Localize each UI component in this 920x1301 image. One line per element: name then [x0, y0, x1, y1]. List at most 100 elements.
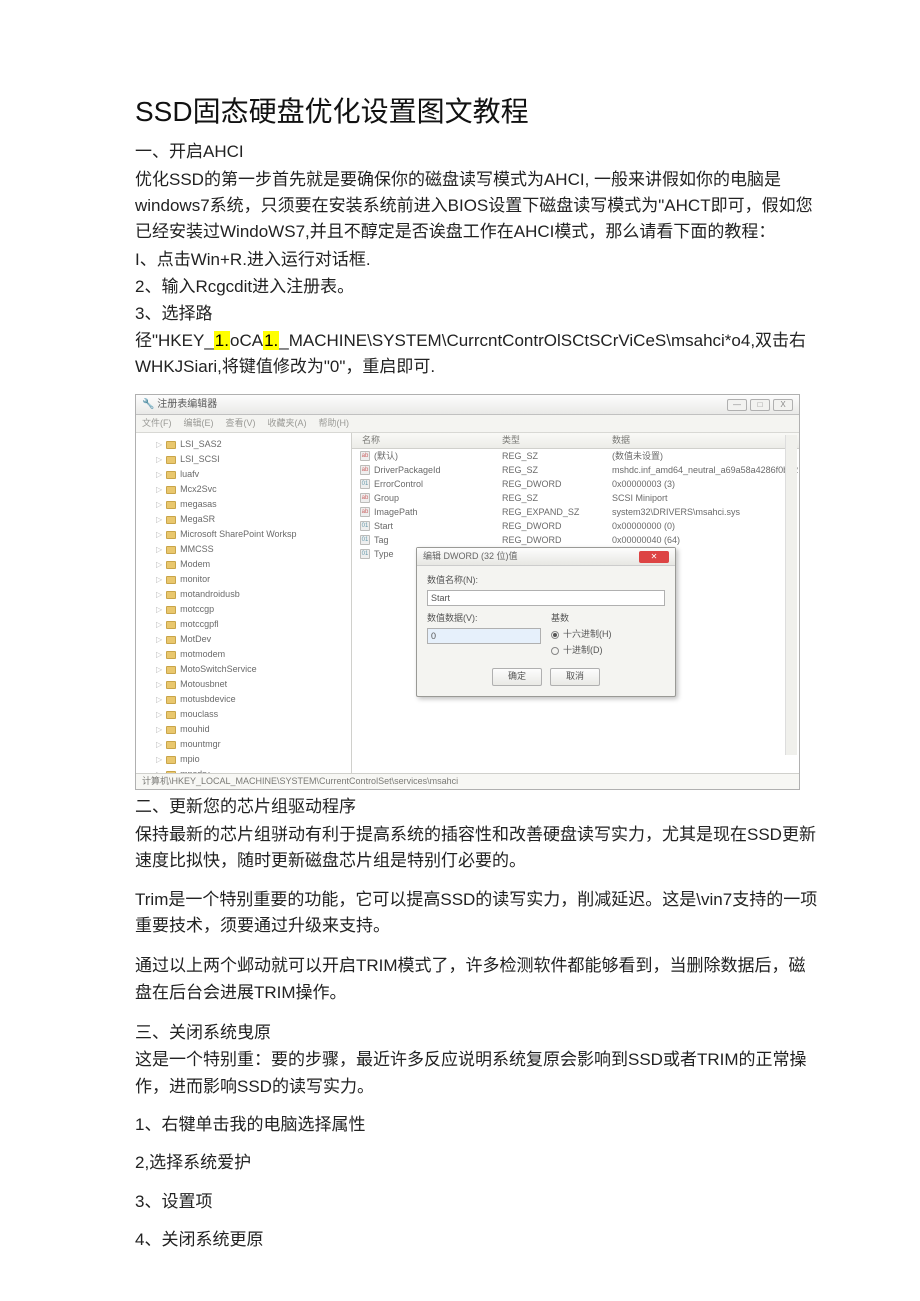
tree-item[interactable]: ▷mouclass	[136, 707, 351, 722]
tree-item[interactable]: ▷mpsdrv	[136, 767, 351, 773]
tree-item[interactable]: ▷mpio	[136, 752, 351, 767]
dialog-data-input[interactable]	[427, 628, 541, 644]
value-type: REG_DWORD	[502, 534, 612, 548]
tree-item[interactable]: ▷mountmgr	[136, 737, 351, 752]
section1-heading: 一、开启AHCI	[135, 139, 820, 165]
tree-item-label: mouclass	[180, 708, 218, 722]
col-type[interactable]: 类型	[502, 434, 612, 448]
section1-step1: I、点击Win+R.进入运行对话框.	[135, 247, 820, 273]
tree-item-label: megasas	[180, 498, 217, 512]
menu-help[interactable]: 帮助(H)	[319, 417, 350, 431]
section3-step4: 4、关闭系统更原	[135, 1227, 820, 1253]
tree-item[interactable]: ▷Modem	[136, 557, 351, 572]
maximize-button[interactable]: □	[750, 399, 770, 411]
vertical-scrollbar[interactable]	[785, 435, 797, 755]
folder-icon	[166, 531, 176, 539]
radio-dec[interactable]	[551, 647, 559, 655]
close-button[interactable]: X	[773, 399, 793, 411]
tree-item[interactable]: ▷MotoSwitchService	[136, 662, 351, 677]
tree-item[interactable]: ▷motmodem	[136, 647, 351, 662]
folder-icon	[166, 456, 176, 464]
folder-icon	[166, 711, 176, 719]
folder-icon	[166, 516, 176, 524]
dialog-ok-button[interactable]: 确定	[492, 668, 542, 686]
regedit-menubar: 文件(F) 编辑(E) 查看(V) 收藏夹(A) 帮助(H)	[136, 415, 799, 433]
registry-value-row[interactable]: 01StartREG_DWORD0x00000000 (0)	[352, 519, 799, 533]
menu-edit[interactable]: 编辑(E)	[184, 417, 214, 431]
section2-heading: 二、更新您的芯片组驱动程序	[135, 794, 820, 820]
tree-item[interactable]: ▷Microsoft SharePoint Worksp	[136, 527, 351, 542]
tree-item-label: MegaSR	[180, 513, 215, 527]
registry-value-row[interactable]: 01TagREG_DWORD0x00000040 (64)	[352, 533, 799, 547]
radio-hex[interactable]	[551, 631, 559, 639]
tree-item-label: Mcx2Svc	[180, 483, 217, 497]
dialog-name-input[interactable]	[427, 590, 665, 606]
section1-step2: 2、输入Rcgcdit进入注册表。	[135, 274, 820, 300]
tree-item-label: motusbdevice	[180, 693, 236, 707]
tree-item[interactable]: ▷MotDev	[136, 632, 351, 647]
folder-icon	[166, 741, 176, 749]
radio-hex-label: 十六进制(H)	[563, 628, 612, 642]
tree-item[interactable]: ▷mouhid	[136, 722, 351, 737]
value-type: REG_DWORD	[502, 520, 612, 534]
dialog-titlebar: 编辑 DWORD (32 位)值 ✕	[417, 548, 675, 566]
tree-item[interactable]: ▷Mcx2Svc	[136, 482, 351, 497]
value-name: DriverPackageId	[374, 464, 502, 478]
value-icon: 01	[360, 479, 370, 489]
registry-value-row[interactable]: abImagePathREG_EXPAND_SZsystem32\DRIVERS…	[352, 505, 799, 519]
registry-value-row[interactable]: abDriverPackageIdREG_SZmshdc.inf_amd64_n…	[352, 463, 799, 477]
dialog-data-label: 数值数据(V):	[427, 612, 541, 626]
folder-icon	[166, 696, 176, 704]
tree-item[interactable]: ▷motccgpfl	[136, 617, 351, 632]
value-icon: 01	[360, 521, 370, 531]
tree-item-label: mpsdrv	[180, 768, 210, 773]
radio-hex-row[interactable]: 十六进制(H)	[551, 628, 665, 642]
folder-icon	[166, 621, 176, 629]
regedit-statusbar: 计算机\HKEY_LOCAL_MACHINE\SYSTEM\CurrentCon…	[136, 773, 799, 789]
regedit-titlebar: 🔧 注册表编辑器 — □ X	[136, 395, 799, 415]
tree-item[interactable]: ▷motandroidusb	[136, 587, 351, 602]
folder-icon	[166, 576, 176, 584]
menu-file[interactable]: 文件(F)	[142, 417, 172, 431]
minimize-button[interactable]: —	[727, 399, 747, 411]
folder-icon	[166, 726, 176, 734]
registry-value-row[interactable]: 01ErrorControlREG_DWORD0x00000003 (3)	[352, 477, 799, 491]
tree-item[interactable]: ▷megasas	[136, 497, 351, 512]
section3-step3: 3、设置项	[135, 1189, 820, 1215]
tree-item-label: motccgp	[180, 603, 214, 617]
menu-fav[interactable]: 收藏夹(A)	[268, 417, 307, 431]
tree-item[interactable]: ▷monitor	[136, 572, 351, 587]
value-data: SCSI Miniport	[612, 492, 799, 506]
col-data[interactable]: 数据	[612, 434, 799, 448]
tree-item[interactable]: ▷MegaSR	[136, 512, 351, 527]
folder-icon	[166, 561, 176, 569]
regedit-window: 🔧 注册表编辑器 — □ X 文件(F) 编辑(E) 查看(V) 收藏夹(A) …	[135, 394, 800, 790]
section2-p3: 通过以上两个邺动就可以开启TRIM模式了，许多检测软件都能够看到，当删除数据后，…	[135, 953, 820, 1006]
section1-p1: 优化SSD的第一步首先就是要确保你的磁盘读写模式为AHCI, 一般来讲假如你的电…	[135, 167, 820, 246]
tree-item[interactable]: ▷LSI_SCSI	[136, 452, 351, 467]
tree-item[interactable]: ▷luafv	[136, 467, 351, 482]
step3-highlight1: 1.	[214, 331, 230, 350]
tree-item[interactable]: ▷LSI_SAS2	[136, 437, 351, 452]
window-buttons: — □ X	[727, 399, 793, 411]
tree-item[interactable]: ▷motusbdevice	[136, 692, 351, 707]
registry-value-row[interactable]: ab(默认)REG_SZ(数值未设置)	[352, 449, 799, 463]
section1-step3: 3、选择路径"HKEY_1.oCA1._MACHINE\SYSTEM\Currc…	[135, 301, 820, 380]
value-data: 0x00000003 (3)	[612, 478, 799, 492]
tree-item-label: mpio	[180, 753, 200, 767]
tree-item-label: MotDev	[180, 633, 211, 647]
value-data: 0x00000040 (64)	[612, 534, 799, 548]
dialog-close-button[interactable]: ✕	[639, 551, 669, 563]
tree-item-label: motccgpfl	[180, 618, 219, 632]
tree-item[interactable]: ▷Motousbnet	[136, 677, 351, 692]
registry-tree[interactable]: ▷LSI_SAS2▷LSI_SCSI▷luafv▷Mcx2Svc▷megasas…	[136, 433, 352, 773]
registry-value-row[interactable]: abGroupREG_SZSCSI Miniport	[352, 491, 799, 505]
col-name[interactable]: 名称	[352, 434, 502, 448]
menu-view[interactable]: 查看(V)	[226, 417, 256, 431]
folder-icon	[166, 651, 176, 659]
radio-dec-row[interactable]: 十进制(D)	[551, 644, 665, 658]
tree-item[interactable]: ▷motccgp	[136, 602, 351, 617]
value-name: Start	[374, 520, 502, 534]
tree-item[interactable]: ▷MMCSS	[136, 542, 351, 557]
dialog-cancel-button[interactable]: 取消	[550, 668, 600, 686]
